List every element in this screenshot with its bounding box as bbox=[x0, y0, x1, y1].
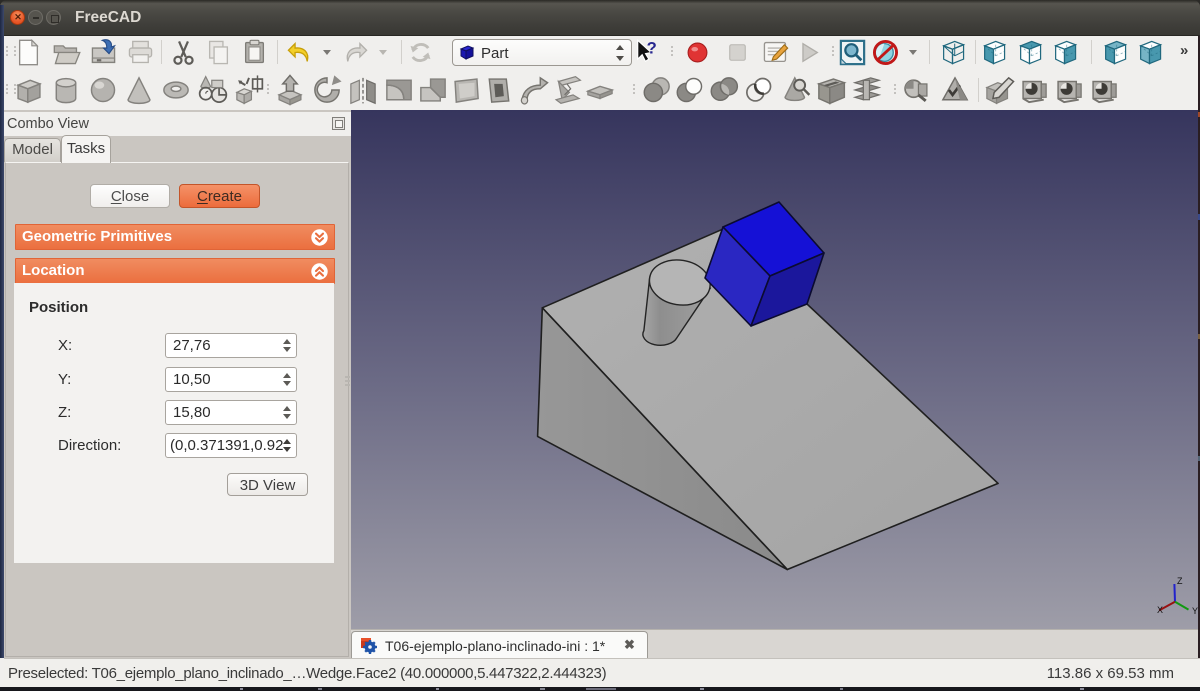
svg-text:Z: Z bbox=[1177, 576, 1183, 586]
svg-text:?: ? bbox=[647, 39, 657, 58]
svg-text:X: X bbox=[1157, 605, 1163, 615]
